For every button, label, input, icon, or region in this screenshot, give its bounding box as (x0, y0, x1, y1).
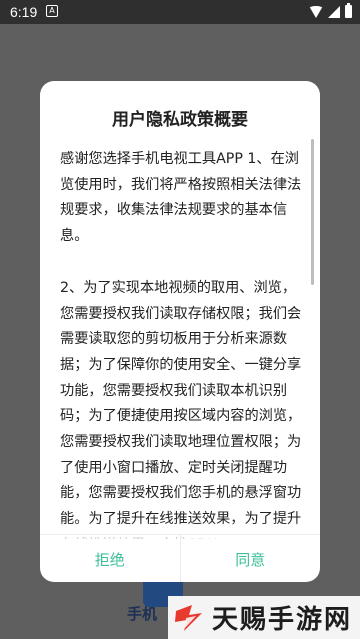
watermark: 天赐手游网 (168, 596, 360, 639)
status-icons (309, 3, 352, 18)
notification-icon: A (46, 5, 58, 17)
policy-paragraph-2: 2、为了实现本地视频的取用、浏览，您需要授权我们读取存储权限；我们会需要读取您的… (60, 279, 302, 539)
scrollbar-thumb[interactable] (311, 139, 314, 285)
policy-paragraph-1: 感谢您选择手机电视工具APP 1、在浏览使用时，我们将严格按照相关法律法规要求，… (60, 151, 302, 245)
watermark-logo-icon (175, 604, 202, 631)
watermark-text: 天赐手游网 (212, 605, 353, 635)
status-bar: 6:19 A (0, 0, 360, 24)
signal-icon (328, 5, 340, 18)
policy-text-scroll-area[interactable]: 感谢您选择手机电视工具APP 1、在浏览使用时，我们将严格按照相关法律法规要求，… (60, 147, 306, 539)
background-app-label: 手机 (127, 605, 158, 623)
wifi-icon (309, 5, 323, 18)
dialog-title: 用户隐私政策概要 (112, 110, 248, 130)
reject-button[interactable]: 拒绝 (40, 535, 180, 582)
battery-icon (345, 3, 352, 18)
status-time: 6:19 (10, 4, 38, 20)
privacy-policy-dialog: 用户隐私政策概要 感谢您选择手机电视工具APP 1、在浏览使用时，我们将严格按照… (40, 81, 320, 582)
dialog-footer: 拒绝 同意 (40, 534, 320, 582)
agree-button[interactable]: 同意 (181, 535, 321, 582)
